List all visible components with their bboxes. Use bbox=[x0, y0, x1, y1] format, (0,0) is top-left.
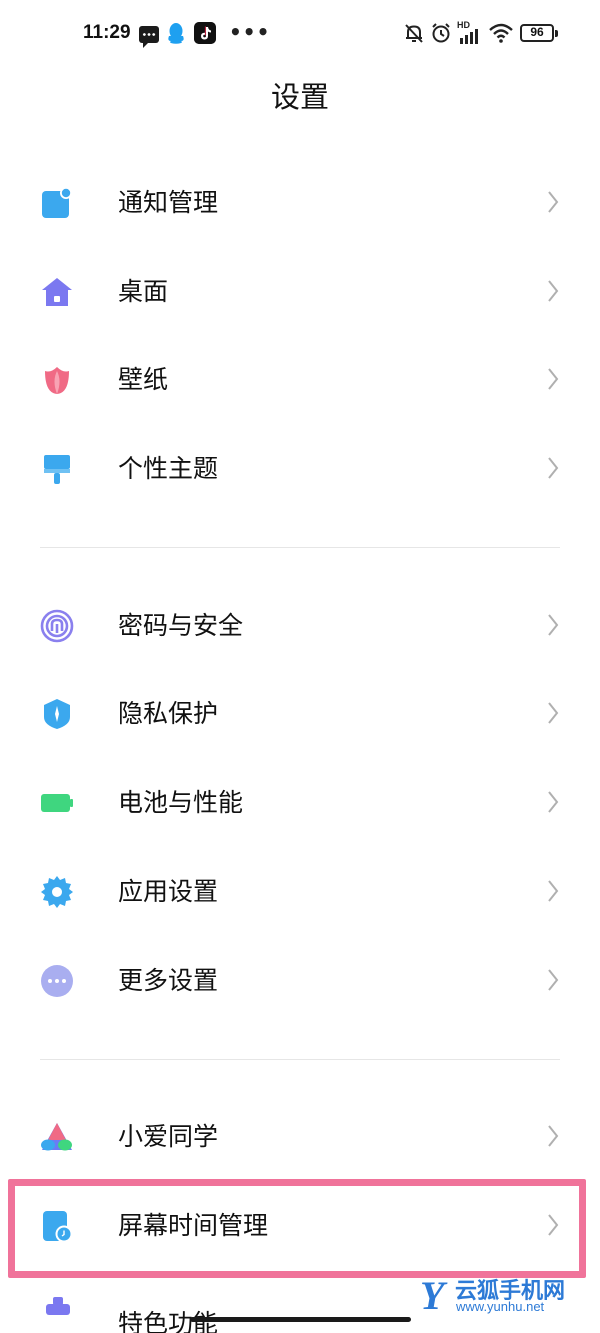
qq-icon bbox=[168, 23, 184, 44]
special-features-icon bbox=[46, 1297, 70, 1315]
settings-item-label: 个性主题 bbox=[118, 454, 219, 483]
settings-item-label: 通知管理 bbox=[118, 188, 219, 217]
chevron-right-icon bbox=[548, 368, 559, 390]
settings-item-label: 桌面 bbox=[118, 277, 169, 306]
alarm-icon bbox=[432, 23, 450, 43]
settings-item-label: 隐私保护 bbox=[118, 699, 219, 728]
shield-icon bbox=[44, 699, 70, 729]
home-icon bbox=[42, 278, 72, 306]
watermark-url: www.yunhu.net bbox=[456, 1299, 545, 1314]
tiktok-icon bbox=[194, 22, 216, 44]
gear-icon bbox=[41, 876, 73, 908]
settings-item-label: 应用设置 bbox=[118, 877, 219, 906]
settings-item-label: 更多设置 bbox=[118, 966, 219, 995]
wifi-icon bbox=[489, 23, 513, 43]
settings-item-label: 密码与安全 bbox=[118, 611, 244, 640]
group-divider bbox=[40, 547, 560, 548]
more-notifications-icon: ••• bbox=[229, 20, 271, 44]
chevron-right-icon bbox=[548, 191, 559, 213]
chevron-right-icon bbox=[548, 280, 559, 302]
chevron-right-icon bbox=[548, 457, 559, 479]
battery-icon: 96 bbox=[520, 24, 554, 42]
chevron-right-icon bbox=[548, 880, 559, 902]
more-icon bbox=[41, 965, 73, 997]
highlight-annotation bbox=[8, 1179, 586, 1278]
status-bar: 11:29 ••• HD 96 bbox=[0, 0, 600, 66]
message-icon bbox=[139, 26, 159, 48]
chevron-right-icon bbox=[548, 969, 559, 991]
settings-item-label: 小爱同学 bbox=[118, 1122, 219, 1151]
paintbrush-icon bbox=[44, 455, 70, 484]
settings-item-wallpaper[interactable]: 壁纸 bbox=[0, 337, 600, 425]
battery-cap bbox=[555, 30, 558, 37]
settings-item-password-security[interactable]: 密码与安全 bbox=[0, 583, 600, 671]
settings-item-theme[interactable]: 个性主题 bbox=[0, 426, 600, 514]
mute-bell-icon bbox=[405, 24, 423, 43]
settings-item-app-settings[interactable]: 应用设置 bbox=[0, 849, 600, 937]
settings-item-battery-performance[interactable]: 电池与性能 bbox=[0, 760, 600, 848]
settings-item-label: 电池与性能 bbox=[118, 788, 244, 817]
chevron-right-icon bbox=[548, 702, 559, 724]
settings-item-privacy[interactable]: 隐私保护 bbox=[0, 671, 600, 759]
notification-icon bbox=[42, 187, 72, 218]
watermark-y-icon: Y bbox=[420, 1273, 445, 1318]
fingerprint-icon bbox=[40, 609, 74, 643]
settings-item-desktop[interactable]: 桌面 bbox=[0, 249, 600, 337]
settings-item-label: 壁纸 bbox=[118, 365, 169, 394]
watermark-logo: Y 云狐手机网 www.yunhu.net bbox=[420, 1270, 600, 1320]
page-title: 设置 bbox=[270, 80, 329, 114]
settings-item-notification[interactable]: 通知管理 bbox=[0, 160, 600, 248]
xiaoai-icon bbox=[41, 1123, 72, 1151]
battery-icon bbox=[41, 794, 73, 812]
group-divider bbox=[40, 1059, 560, 1060]
chevron-right-icon bbox=[548, 614, 559, 636]
chevron-right-icon bbox=[548, 1125, 559, 1147]
status-time: 11:29 bbox=[83, 22, 131, 43]
battery-level: 96 bbox=[530, 25, 544, 39]
signal-icon bbox=[460, 29, 478, 44]
chevron-right-icon bbox=[548, 791, 559, 813]
settings-item-xiaoai[interactable]: 小爱同学 bbox=[0, 1094, 600, 1182]
tulip-icon bbox=[45, 367, 69, 394]
settings-item-more-settings[interactable]: 更多设置 bbox=[0, 938, 600, 1026]
home-indicator[interactable] bbox=[190, 1317, 411, 1322]
